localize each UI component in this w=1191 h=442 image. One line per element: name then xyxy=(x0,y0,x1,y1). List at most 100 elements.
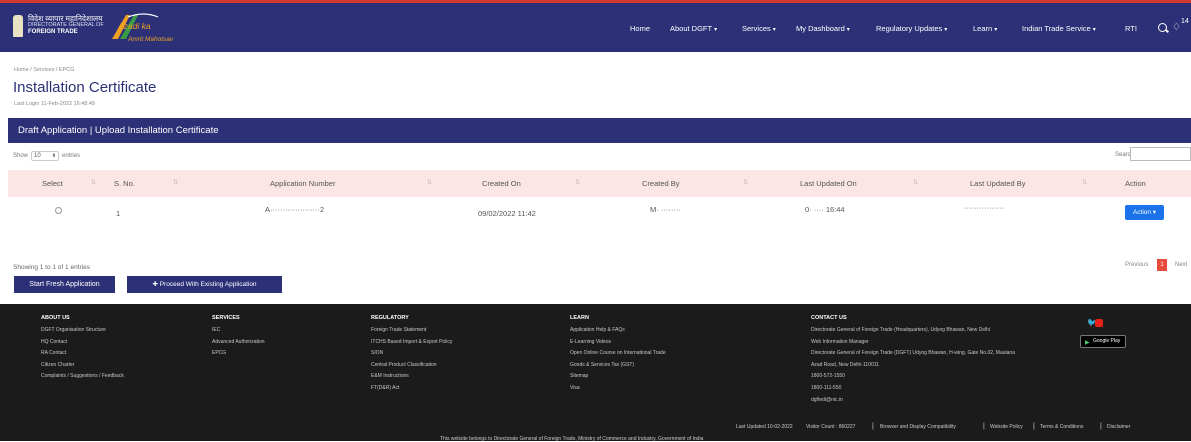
col-action: Action xyxy=(1125,179,1146,188)
col-application-number[interactable]: Application Number xyxy=(270,170,335,197)
nav-services[interactable]: Services ▾ xyxy=(742,21,776,38)
disclaimer-link[interactable]: Disclaimer xyxy=(1107,424,1130,430)
ownership-note: This website belongs to Directorate Gene… xyxy=(440,436,704,442)
contact-line: 1800-111-550 xyxy=(811,385,842,391)
footer-learn-heading: LEARN xyxy=(570,315,589,321)
caret-down-icon: ▾ xyxy=(944,27,948,33)
search-icon[interactable] xyxy=(1158,23,1167,32)
caret-down-icon: ▾ xyxy=(846,27,850,33)
footer-link[interactable]: HQ Contact xyxy=(41,339,67,345)
sort-icon[interactable]: ⇅ xyxy=(173,170,178,197)
main-nav: Home About DGFT ▾ Services ▾ My Dashboard ▾… xyxy=(0,21,1191,37)
caret-down-icon: ▾ xyxy=(994,27,998,33)
website-policy-link[interactable]: Website Policy xyxy=(990,424,1023,430)
cell-last-updated-on: 0· ···· 16:44 xyxy=(805,205,845,214)
cell-created-by: M· ········ xyxy=(650,205,681,214)
footer-link[interactable]: E&M Instructions xyxy=(371,373,409,379)
footer-link[interactable]: Advanced Authorization xyxy=(212,339,265,345)
notification-count: 14 xyxy=(1181,18,1189,25)
col-last-updated-on[interactable]: Last Updated On xyxy=(800,170,857,197)
footer-link[interactable]: RA Contact xyxy=(41,350,66,356)
cell-sno: 1 xyxy=(116,209,121,218)
table-info: Showing 1 to 1 of 1 entries xyxy=(13,264,90,271)
footer-regulatory-heading: REGULATORY xyxy=(371,315,409,321)
sort-icon[interactable]: ⇅ xyxy=(91,170,96,197)
top-header: विदेश व्यापार महानिदेशालय DIRECTORATE GE… xyxy=(0,0,1191,52)
footer-link[interactable]: Complaints / Suggestions / Feedback xyxy=(41,373,124,379)
nav-about-dgft[interactable]: About DGFT ▾ xyxy=(670,21,717,38)
terms-link[interactable]: Terms & Conditions xyxy=(1040,424,1083,430)
azadi-line-2: Amrit Mahotsav xyxy=(128,36,174,43)
sort-icon[interactable]: ⇅ xyxy=(913,170,918,197)
footer: ABOUT US DGFT Organisation Structure HQ … xyxy=(0,304,1191,441)
contact-line[interactable]: Web Information Manager xyxy=(811,339,869,345)
contact-line: Directorate General of Foreign Trade (DG… xyxy=(811,350,1015,356)
nav-learn[interactable]: Learn ▾ xyxy=(973,21,997,38)
cell-application-number: A····················2 xyxy=(265,205,325,214)
youtube-icon[interactable] xyxy=(1095,319,1103,327)
nav-home[interactable]: Home xyxy=(630,21,650,37)
footer-link[interactable]: Central Product Classification xyxy=(371,362,437,368)
sort-icon[interactable]: ⇅ xyxy=(1082,170,1087,197)
col-created-by[interactable]: Created By xyxy=(642,170,680,197)
caret-down-icon: ▾ xyxy=(1092,27,1096,33)
contact-line: 1800-572-1550 xyxy=(811,373,845,379)
row-select-radio[interactable] xyxy=(55,207,62,214)
browser-compatibility-link[interactable]: Browser and Display Compatibility xyxy=(880,424,956,430)
row-action-button[interactable]: Action ▾ xyxy=(1125,205,1164,220)
footer-contact-heading: CONTACT US xyxy=(811,315,847,321)
bell-icon[interactable]: ♢ xyxy=(1172,23,1181,33)
google-play-badge[interactable]: ▶ Google Play xyxy=(1080,335,1126,348)
col-select[interactable]: Select xyxy=(42,170,63,197)
footer-link[interactable]: Citizen Charter xyxy=(41,362,74,368)
col-last-updated-by[interactable]: Last Updated By xyxy=(970,170,1025,197)
show-label: Show xyxy=(13,153,29,159)
caret-down-icon: ▾ xyxy=(714,27,718,33)
footer-link[interactable]: FT(D&R) Act xyxy=(371,385,399,391)
sort-icon[interactable]: ⇅ xyxy=(575,170,580,197)
contact-line: Directorate General of Foreign Trade (He… xyxy=(811,327,990,333)
entries-select[interactable]: 10 ⬍ xyxy=(31,151,60,161)
nav-rti[interactable]: RTI xyxy=(1125,21,1137,37)
footer-link[interactable]: Sitemap xyxy=(570,373,588,379)
plus-icon: ✚ xyxy=(152,281,160,288)
footer-link[interactable]: SION xyxy=(371,350,383,356)
footer-link[interactable]: EPCG xyxy=(212,350,226,356)
chevron-down-icon: ⬍ xyxy=(51,153,57,159)
last-updated: Last Updated 10-02-2022 xyxy=(736,424,793,430)
pagination-page-1[interactable]: 1 xyxy=(1157,259,1167,271)
cell-last-updated-by: ················ xyxy=(964,203,1004,212)
nav-indian-trade-service[interactable]: Indian Trade Service ▾ xyxy=(1022,21,1096,38)
entries-length-control: Show 10 ⬍ entries xyxy=(13,151,80,161)
footer-link[interactable]: Foreign Trade Statement xyxy=(371,327,426,333)
footer-link[interactable]: Visa xyxy=(570,385,580,391)
footer-link[interactable]: DGFT Organisation Structure xyxy=(41,327,106,333)
footer-link[interactable]: Open Online Course on International Trad… xyxy=(570,350,666,356)
caret-down-icon: ▾ xyxy=(772,27,776,33)
start-fresh-application-button[interactable]: Start Fresh Application xyxy=(14,276,115,293)
proceed-existing-application-button[interactable]: ✚ Proceed With Existing Application xyxy=(127,276,282,293)
col-sno[interactable]: S. No. xyxy=(114,170,135,197)
pagination-next[interactable]: Next xyxy=(1175,262,1187,268)
footer-link[interactable]: ITCHS Based Import & Export Policy xyxy=(371,339,452,345)
col-created-on[interactable]: Created On xyxy=(482,170,521,197)
section-title-bar: Draft Application | Upload Installation … xyxy=(8,118,1191,143)
footer-link[interactable]: Goods & Services Tax (GST) xyxy=(570,362,634,368)
footer-about-heading: ABOUT US xyxy=(41,315,70,321)
visitor-count: Visitor Count : 860227 xyxy=(806,424,856,430)
contact-line[interactable]: dgftedi@nic.in xyxy=(811,397,843,403)
search-input[interactable] xyxy=(1130,147,1191,161)
contact-line: Azad Road, New Delhi-110011 xyxy=(811,362,879,368)
footer-link[interactable]: E-Learning Videos xyxy=(570,339,611,345)
play-icon: ▶ xyxy=(1085,340,1090,346)
divider: | xyxy=(983,423,985,430)
footer-link[interactable]: IEC xyxy=(212,327,220,333)
sort-icon[interactable]: ⇅ xyxy=(427,170,432,197)
breadcrumb[interactable]: Home / Services / EPCG xyxy=(14,67,75,73)
sort-icon[interactable]: ⇅ xyxy=(743,170,748,197)
divider: | xyxy=(1100,423,1102,430)
footer-link[interactable]: Application Help & FAQs xyxy=(570,327,625,333)
nav-my-dashboard[interactable]: My Dashboard ▾ xyxy=(796,21,850,38)
nav-regulatory-updates[interactable]: Regulatory Updates ▾ xyxy=(876,21,947,38)
pagination-previous[interactable]: Previous xyxy=(1125,262,1148,268)
